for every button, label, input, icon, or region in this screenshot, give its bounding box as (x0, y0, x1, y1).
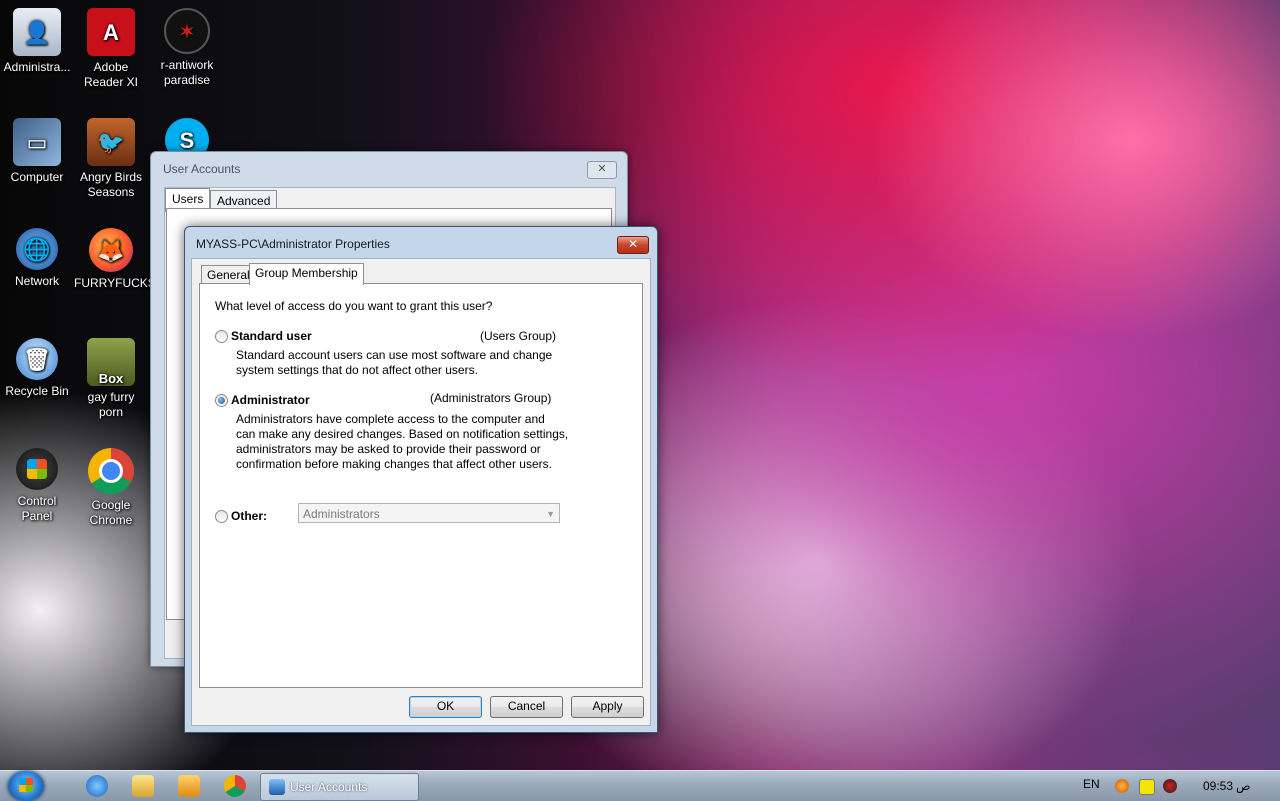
other-radio[interactable] (215, 510, 228, 523)
desktop-icon-label: Recycle Bin (5, 384, 69, 398)
chevron-down-icon: ▼ (546, 509, 555, 519)
dialog-body: General Group Membership What level of a… (191, 258, 651, 726)
volume-tray-icon[interactable] (1163, 779, 1177, 793)
close-button[interactable]: ✕ (617, 236, 649, 254)
user-accounts-icon (269, 779, 285, 795)
clock-ampm: ص (1236, 779, 1251, 793)
desktop-icon-angry-birds[interactable]: 🐦 Angry Birds Seasons (74, 118, 148, 200)
windows-logo-icon (19, 778, 33, 792)
standard-user-label[interactable]: Standard user (231, 329, 312, 343)
group-membership-panel: What level of access do you want to gran… (199, 283, 643, 688)
desktop-icon-adobe-reader[interactable]: A Adobe Reader XI (74, 8, 148, 90)
standard-user-description: Standard account users can use most soft… (236, 348, 553, 377)
apply-button[interactable]: Apply (571, 696, 644, 718)
desktop-icon-r-antiwork[interactable]: ✶ r-antiwork paradise (150, 8, 224, 88)
tab-group-membership[interactable]: Group Membership (249, 263, 364, 285)
internet-explorer-icon[interactable] (86, 775, 108, 797)
media-player-icon[interactable] (178, 775, 200, 797)
taskbar: User Accounts EN 09:53 ص (0, 770, 1280, 801)
start-button[interactable] (8, 771, 44, 801)
desktop-icon-label: gay furry porn (87, 390, 135, 419)
search-tray-icon[interactable] (1115, 779, 1129, 793)
language-indicator[interactable]: EN (1083, 777, 1100, 791)
desktop-icon-administrator[interactable]: 👤 Administra... (0, 8, 74, 75)
notification-flag-icon[interactable] (1139, 779, 1155, 795)
desktop-icon-label: Adobe Reader XI (83, 60, 139, 89)
administrator-label[interactable]: Administrator (231, 393, 310, 407)
desktop-icon-recycle-bin[interactable]: 🗑 Recycle Bin (0, 338, 74, 399)
administrator-radio[interactable] (215, 394, 228, 407)
administrators-group-label: (Administrators Group) (430, 391, 552, 405)
tab-general[interactable]: General (201, 265, 256, 285)
video-thumbnail-icon: Box (87, 338, 135, 386)
dialog-title: MYASS-PC\Administrator Properties (196, 237, 390, 251)
desktop-icon-label: r-antiwork paradise (160, 58, 214, 87)
desktop-icon-label: Network (14, 274, 59, 288)
other-label[interactable]: Other: (231, 509, 267, 523)
control-panel-icon (16, 448, 58, 490)
ok-button[interactable]: OK (409, 696, 482, 718)
clock-time[interactable]: 09:53 (1203, 779, 1233, 793)
desktop-icon-label: FURRYFUCKS (74, 276, 156, 290)
close-button[interactable]: ✕ (587, 161, 617, 179)
administrator-description: Administrators have complete access to t… (236, 412, 569, 471)
desktop-icon-label: Control Panel (17, 494, 57, 523)
desktop-icon-network[interactable]: 🌐 Network (0, 228, 74, 289)
window-title: User Accounts (163, 162, 241, 176)
desktop-icon-label: Computer (10, 170, 64, 184)
firefox-icon: 🦊 (89, 228, 133, 272)
computer-icon: ▭ (13, 118, 61, 166)
chrome-taskbar-icon[interactable] (224, 775, 246, 797)
desktop-icon-firefox[interactable]: 🦊 FURRYFUCKS (74, 228, 156, 291)
standard-user-radio[interactable] (215, 330, 228, 343)
desktop-icon-control-panel[interactable]: Control Panel (0, 448, 74, 524)
reddit-icon: ✶ (164, 8, 210, 54)
network-globe-icon: 🌐 (16, 228, 58, 270)
user-folder-icon: 👤 (13, 8, 61, 56)
cancel-button[interactable]: Cancel (490, 696, 563, 718)
recycle-bin-icon: 🗑 (16, 338, 58, 380)
taskbar-user-accounts-button[interactable]: User Accounts (260, 773, 419, 801)
users-group-label: (Users Group) (480, 329, 557, 343)
taskbar-task-label: User Accounts (290, 780, 368, 794)
file-explorer-icon[interactable] (132, 775, 154, 797)
desktop-icon-label: Google Chrome (89, 498, 133, 527)
adobe-reader-icon: A (87, 8, 135, 56)
administrator-properties-dialog[interactable]: MYASS-PC\Administrator Properties ✕ Gene… (184, 226, 658, 733)
other-group-select-value: Administrators (303, 507, 380, 521)
chrome-icon (88, 448, 134, 494)
other-group-select[interactable]: Administrators ▼ (298, 503, 560, 523)
desktop-icon-computer[interactable]: ▭ Computer (0, 118, 74, 185)
desktop-icon-video-file[interactable]: Box gay furry porn (74, 338, 148, 420)
desktop-icon-label: Angry Birds Seasons (79, 170, 143, 199)
desktop-icon-label: Administra... (3, 60, 71, 74)
access-question: What level of access do you want to gran… (215, 299, 493, 313)
desktop-icon-chrome[interactable]: Google Chrome (74, 448, 148, 528)
angry-birds-icon: 🐦 (87, 118, 135, 166)
